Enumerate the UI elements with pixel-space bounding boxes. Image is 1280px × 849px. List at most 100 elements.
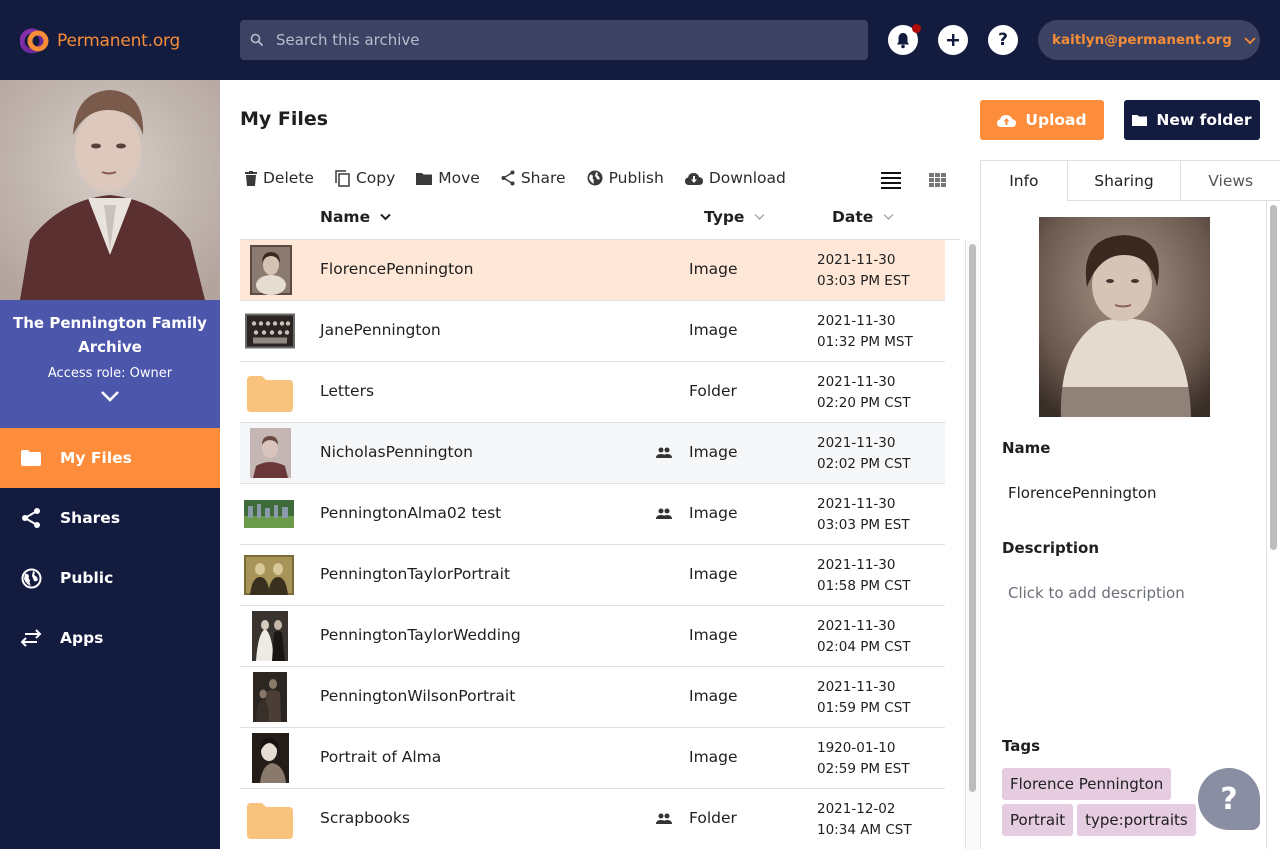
sidebar-item-public[interactable]: Public xyxy=(0,548,220,608)
file-list-scrollbar[interactable] xyxy=(965,240,979,849)
file-date: 2021-12-02 10:34 AM CST xyxy=(817,801,912,838)
tab-info[interactable]: Info xyxy=(981,161,1068,201)
file-preview-image[interactable] xyxy=(1039,217,1210,417)
add-button[interactable] xyxy=(938,25,968,55)
globe-icon xyxy=(587,170,603,186)
move-button[interactable]: Move xyxy=(416,169,480,187)
file-row[interactable]: PenningtonTaylorWedding Image 2021-11-30… xyxy=(240,606,945,667)
name-label: Name xyxy=(1002,439,1051,457)
file-date: 2021-11-30 02:20 PM CST xyxy=(817,374,911,411)
search-bar[interactable] xyxy=(240,20,868,60)
tag-chip[interactable]: Florence Pennington xyxy=(1002,768,1172,800)
chevron-down-icon[interactable] xyxy=(100,389,120,403)
file-name: Letters xyxy=(320,382,375,400)
scrollbar-thumb[interactable] xyxy=(969,244,976,792)
plus-icon xyxy=(947,34,959,46)
file-name: NicholasPennington xyxy=(320,443,473,461)
file-name: PenningtonWilsonPortrait xyxy=(320,687,516,705)
access-role: Access role: Owner xyxy=(47,366,173,381)
grid-view-icon[interactable] xyxy=(928,170,948,190)
cloud-download-icon xyxy=(684,172,703,185)
file-type: Image xyxy=(689,565,738,583)
file-row[interactable]: PenningtonWilsonPortrait Image 2021-11-3… xyxy=(240,667,945,728)
sidebar-item-my-files[interactable]: My Files xyxy=(0,428,220,488)
file-row[interactable]: Portrait of Alma Image 1920-01-10 02:59 P… xyxy=(240,728,945,789)
file-row[interactable]: FlorencePennington Image 2021-11-30 03:03… xyxy=(240,240,945,301)
sidebar-item-shares[interactable]: Shares xyxy=(0,488,220,548)
details-scrollbar[interactable] xyxy=(1266,201,1280,849)
top-bar: Permanent.org ? kaitlyn@permanent.org xyxy=(0,0,1280,80)
file-type: Image xyxy=(689,443,738,461)
file-name: PenningtonTaylorWedding xyxy=(320,626,521,644)
column-header-type[interactable]: Type xyxy=(704,208,765,226)
thumbnail-image xyxy=(245,313,295,349)
archive-card[interactable]: The Pennington Family Archive Access rol… xyxy=(0,300,220,428)
question-icon: ? xyxy=(998,30,1008,50)
file-row[interactable]: NicholasPennington Image 2021-11-30 02:02… xyxy=(240,423,945,484)
share-icon xyxy=(501,170,515,186)
share-button[interactable]: Share xyxy=(501,169,566,187)
file-row[interactable]: JanePennington Image 2021-11-30 01:32 PM … xyxy=(240,301,945,362)
arrows-icon xyxy=(20,627,42,649)
bell-icon xyxy=(897,32,909,48)
file-date: 2021-11-30 03:03 PM EST xyxy=(817,252,910,289)
thumbnail-image xyxy=(252,611,288,661)
file-name: FlorencePennington xyxy=(320,260,474,278)
new-folder-button[interactable]: New folder xyxy=(1124,100,1260,140)
account-email: kaitlyn@permanent.org xyxy=(1052,32,1232,48)
chevron-down-icon xyxy=(1244,37,1256,45)
help-chat-button[interactable]: ? xyxy=(1198,768,1260,830)
name-value[interactable]: FlorencePennington xyxy=(1008,484,1157,502)
folder-icon xyxy=(1132,115,1148,126)
cloud-upload-icon xyxy=(997,114,1017,127)
list-view-icon[interactable] xyxy=(881,170,901,190)
chevron-down-icon xyxy=(755,214,765,220)
tag-chip[interactable]: type:portraits xyxy=(1077,804,1196,836)
file-date: 2021-11-30 03:03 PM EST xyxy=(817,496,910,533)
search-icon xyxy=(250,33,264,47)
notifications-button[interactable] xyxy=(888,24,921,55)
folder-icon xyxy=(247,376,293,412)
file-name: Portrait of Alma xyxy=(320,748,442,766)
description-field[interactable]: Click to add description xyxy=(1008,584,1185,602)
delete-button[interactable]: Delete xyxy=(245,169,314,187)
scrollbar-thumb[interactable] xyxy=(1270,205,1277,550)
brand-logo[interactable]: Permanent.org xyxy=(20,26,180,56)
details-tabs: Info Sharing Views xyxy=(981,161,1280,201)
column-header-date[interactable]: Date xyxy=(832,208,894,226)
tag-chip[interactable]: Portrait xyxy=(1002,804,1074,836)
column-header-name[interactable]: Name xyxy=(320,208,391,226)
file-row[interactable]: Scrapbooks Folder 2021-12-02 10:34 AM CST xyxy=(240,789,945,849)
account-menu-button[interactable]: kaitlyn@permanent.org xyxy=(1038,20,1260,60)
file-date: 2021-11-30 01:32 PM MST xyxy=(817,313,913,350)
file-row[interactable]: PenningtonTaylorPortrait Image 2021-11-3… xyxy=(240,545,945,606)
description-label: Description xyxy=(1002,539,1100,557)
brand-name: Permanent.org xyxy=(57,31,181,51)
publish-button[interactable]: Publish xyxy=(587,169,664,187)
file-list: FlorencePennington Image 2021-11-30 03:03… xyxy=(240,240,945,849)
sidebar-item-label: My Files xyxy=(60,449,132,467)
search-input[interactable] xyxy=(276,31,836,49)
question-icon: ? xyxy=(1220,781,1238,817)
file-name: PenningtonTaylorPortrait xyxy=(320,565,511,583)
file-type: Folder xyxy=(689,382,737,400)
file-type: Image xyxy=(689,748,738,766)
sidebar-item-label: Shares xyxy=(60,509,121,527)
shared-users-icon xyxy=(656,813,672,824)
file-type: Image xyxy=(689,321,738,339)
chevron-down-icon xyxy=(883,214,894,220)
file-toolbar: Delete Copy Move Share Publish Download xyxy=(245,169,807,187)
help-button[interactable]: ? xyxy=(988,25,1018,55)
sidebar-item-apps[interactable]: Apps xyxy=(0,608,220,668)
details-panel: Info Sharing Views Name FlorencePenningt… xyxy=(980,160,1280,849)
folder-icon xyxy=(416,172,433,185)
thumbnail-image xyxy=(252,733,289,783)
share-icon xyxy=(20,507,42,529)
tab-views[interactable]: Views xyxy=(1181,161,1280,201)
copy-button[interactable]: Copy xyxy=(335,169,395,187)
file-row[interactable]: PenningtonAlma02 test Image 2021-11-30 03… xyxy=(240,484,945,545)
tab-sharing[interactable]: Sharing xyxy=(1067,161,1182,201)
download-button[interactable]: Download xyxy=(684,169,786,187)
upload-button[interactable]: Upload xyxy=(980,100,1104,140)
file-row[interactable]: Letters Folder 2021-11-30 02:20 PM CST xyxy=(240,362,945,423)
